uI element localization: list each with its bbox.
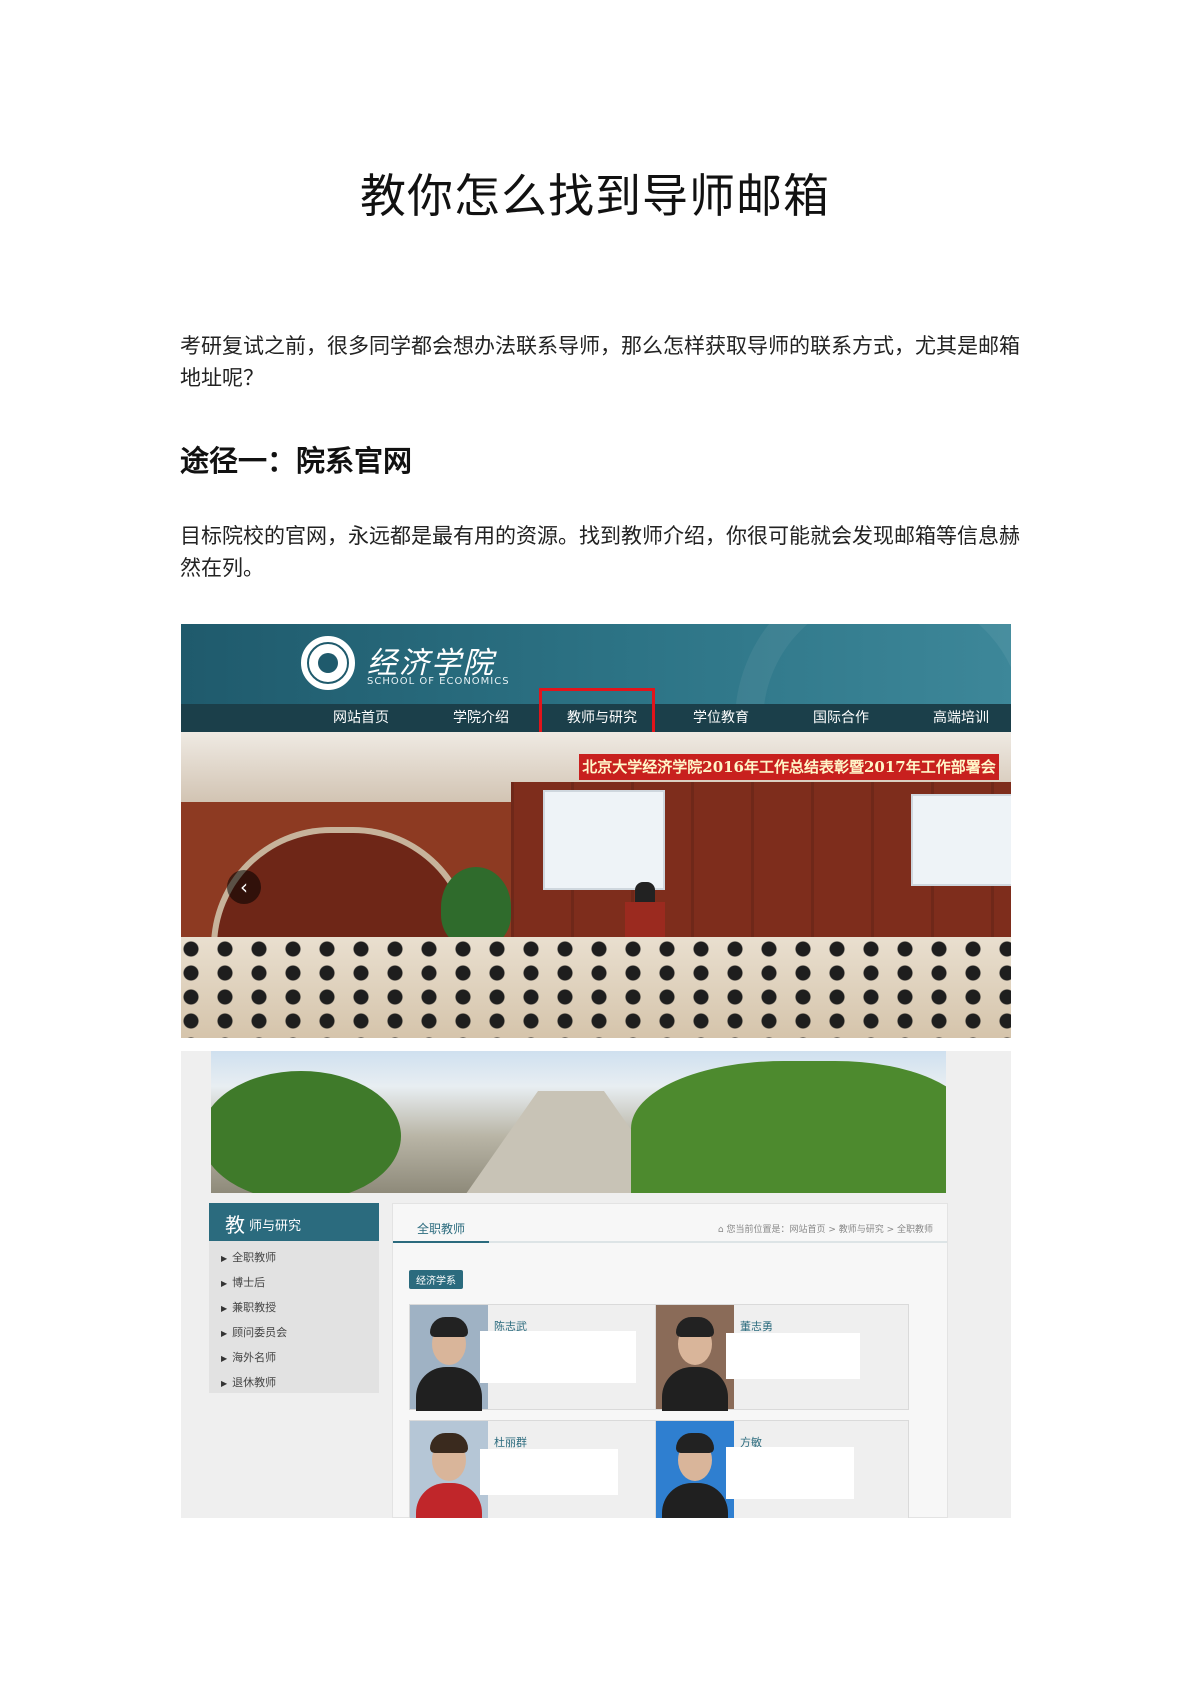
nav-home[interactable]: 网站首页 bbox=[333, 704, 389, 732]
faculty-photo bbox=[410, 1421, 488, 1518]
faculty-name[interactable]: 董志勇 bbox=[740, 1318, 773, 1334]
redaction-box bbox=[480, 1449, 618, 1495]
tab-fulltime-faculty[interactable]: 全职教师 bbox=[417, 1220, 465, 1237]
faculty-photo bbox=[656, 1305, 734, 1411]
sidebar-header: 教 师与研究 bbox=[209, 1203, 379, 1241]
breadcrumb: ⌂ 您当前位置是：网站首页 > 教师与研究 > 全职教师 bbox=[717, 1225, 933, 1235]
sidebar-header-title: 师与研究 bbox=[249, 1219, 302, 1234]
faculty-photo bbox=[410, 1305, 488, 1411]
website-homepage-screenshot: 经济学院 SCHOOL OF ECONOMICS 网站首页 学院介绍 教师与研究… bbox=[181, 624, 1011, 1038]
triangle-right-icon: ▶ bbox=[221, 1254, 228, 1263]
hero-photo: 北京大学经济学院2016年工作总结表彰暨2017年工作部署会 ‹ bbox=[181, 732, 1011, 1038]
slider-prev-button[interactable]: ‹ bbox=[227, 870, 261, 904]
redaction-box bbox=[726, 1447, 854, 1499]
sidebar-item-fulltime[interactable]: ▶ 全职教师 bbox=[221, 1249, 276, 1265]
sidebar: 教 师与研究 ▶ 全职教师 ▶ 博士后 ▶ 兼职教授 ▶ 顾问委员会 ▶ 海外名师 ▶ 退休… bbox=[209, 1203, 379, 1393]
sidebar-item-advisory[interactable]: ▶ 顾问委员会 bbox=[221, 1324, 287, 1340]
triangle-right-icon: ▶ bbox=[221, 1329, 228, 1338]
triangle-right-icon: ▶ bbox=[221, 1354, 228, 1363]
section-paragraph: 目标院校的官网，永远都是最有用的资源。找到教师介绍，你很可能就会发现邮箱等信息赫… bbox=[180, 524, 1020, 580]
faculty-page-screenshot: 教 师与研究 ▶ 全职教师 ▶ 博士后 ▶ 兼职教授 ▶ 顾问委员会 ▶ 海外名师 ▶ 退休… bbox=[181, 1051, 1011, 1518]
faculty-name[interactable]: 杜丽群 bbox=[494, 1434, 527, 1450]
redaction-box bbox=[726, 1333, 860, 1379]
sidebar-item-retired[interactable]: ▶ 退休教师 bbox=[221, 1374, 276, 1390]
site-logo-subtitle: SCHOOL OF ECONOMICS bbox=[367, 676, 510, 687]
sidebar-item-adjunct[interactable]: ▶ 兼职教授 bbox=[221, 1299, 276, 1315]
intro-paragraph: 考研复试之前，很多同学都会想办法联系导师，那么怎样获取导师的联系方式，尤其是邮箱… bbox=[180, 334, 1020, 390]
nav-executive-training[interactable]: 高端培训 bbox=[933, 704, 989, 732]
nav-international[interactable]: 国际合作 bbox=[813, 704, 869, 732]
sidebar-item-postdoc[interactable]: ▶ 博士后 bbox=[221, 1274, 265, 1290]
triangle-right-icon: ▶ bbox=[221, 1279, 228, 1288]
faculty-list-panel: 全职教师 ⌂ 您当前位置是：网站首页 > 教师与研究 > 全职教师 经济学系 陈… bbox=[392, 1203, 948, 1518]
faculty-card[interactable]: 陈志武 bbox=[409, 1304, 663, 1411]
triangle-right-icon: ▶ bbox=[221, 1379, 228, 1388]
university-seal-icon bbox=[301, 636, 355, 690]
faculty-card[interactable]: 杜丽群 bbox=[409, 1420, 663, 1518]
document-title: 教你怎么找到导师邮箱 bbox=[360, 169, 830, 223]
nav-degree-education[interactable]: 学位教育 bbox=[693, 704, 749, 732]
nav-about[interactable]: 学院介绍 bbox=[453, 704, 509, 732]
faculty-photo bbox=[656, 1421, 734, 1518]
sidebar-item-overseas[interactable]: ▶ 海外名师 bbox=[221, 1349, 276, 1365]
sidebar-header-initial: 教 bbox=[225, 1213, 245, 1237]
faculty-card[interactable]: 方敏 bbox=[655, 1420, 909, 1518]
triangle-right-icon: ▶ bbox=[221, 1304, 228, 1313]
faculty-card[interactable]: 董志勇 bbox=[655, 1304, 909, 1411]
campus-banner-photo bbox=[211, 1051, 946, 1193]
hero-banner-text: 北京大学经济学院2016年工作总结表彰暨2017年工作部署会 bbox=[579, 754, 999, 780]
redaction-box bbox=[480, 1331, 636, 1383]
section-heading: 途径一：院系官网 bbox=[180, 444, 413, 478]
department-tag[interactable]: 经济学系 bbox=[409, 1270, 463, 1289]
